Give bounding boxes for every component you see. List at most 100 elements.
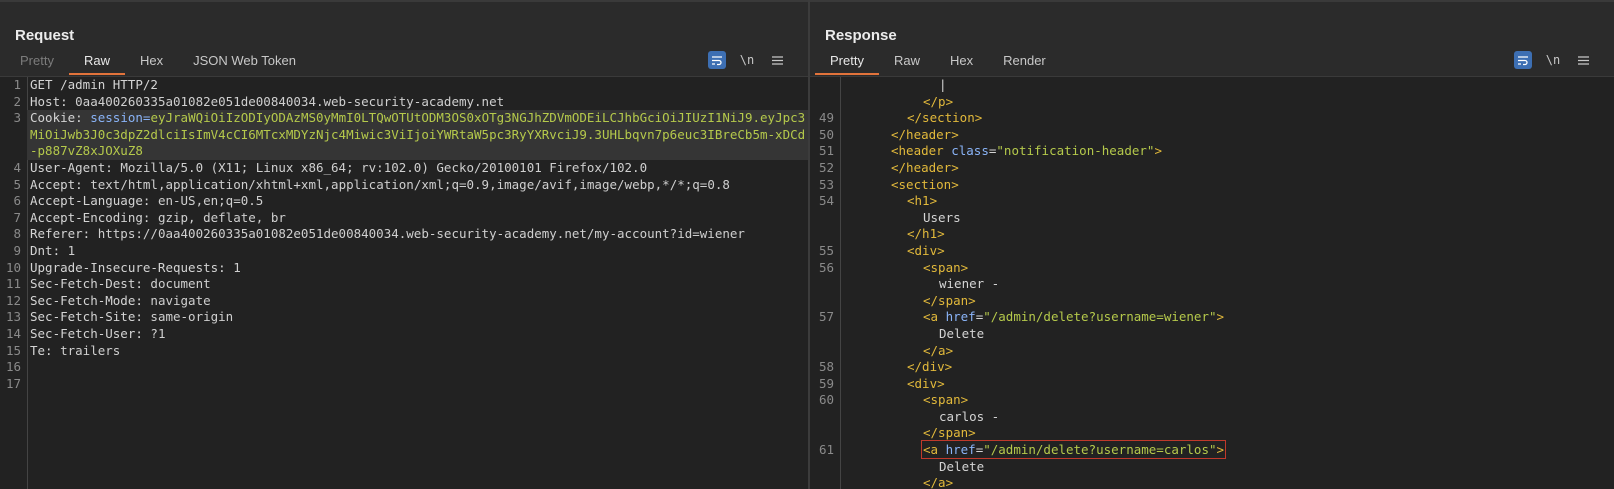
text-node: Delete: [939, 325, 985, 341]
response-pane: Response Pretty Raw Hex Render \n | </p> 49 </…: [810, 2, 1614, 489]
response-line-content: <a href="/admin/delete?username=wiener">: [840, 309, 1614, 326]
newline-toggle-button[interactable]: \n: [738, 51, 756, 69]
html-tag: </section>: [907, 110, 983, 126]
line-number: 59: [818, 375, 834, 391]
html-attribute: class: [951, 143, 989, 159]
menu-icon[interactable]: [1574, 51, 1592, 69]
response-line: 51 <header class="notification-header">: [810, 143, 1614, 160]
line-number: [810, 226, 840, 243]
request-tab-raw[interactable]: Raw: [68, 51, 125, 75]
request-line: 5 Accept: text/html,application/xhtml+xml…: [0, 177, 808, 194]
code-fragment: </a>: [923, 343, 953, 358]
header-name: Dnt:: [30, 242, 68, 258]
header-value: https://0aa400260335a01082e051de00840034…: [97, 226, 745, 242]
request-line-content: Sec-Fetch-User: ?1: [27, 326, 808, 343]
request-editor[interactable]: 1 GET /admin HTTP/2 2 Host: 0aa400260335a01…: [0, 76, 808, 489]
response-tab-raw[interactable]: Raw: [879, 51, 935, 73]
code-fragment: <span>: [923, 260, 968, 275]
line-number: [810, 276, 840, 293]
response-line-content: </h1>: [840, 226, 1614, 243]
code-fragment: </section>: [907, 110, 982, 125]
response-line: </a>: [810, 475, 1614, 489]
highlighted-delete-link: <a href="/admin/delete?username=carlos">: [920, 440, 1227, 460]
request-line: 4 User-Agent: Mozilla/5.0 (X11; Linux x86…: [0, 160, 808, 177]
line-number: 55: [818, 242, 834, 258]
response-tab-hex[interactable]: Hex: [935, 51, 988, 73]
response-tab-pretty[interactable]: Pretty: [815, 51, 879, 75]
line-number: 2: [13, 93, 21, 109]
line-number: 14: [5, 325, 21, 341]
html-tag: <span>: [923, 259, 969, 275]
request-line: 2 Host: 0aa400260335a01082e051de00840034.…: [0, 94, 808, 111]
response-tab-render[interactable]: Render: [988, 51, 1061, 73]
wrap-lines-icon[interactable]: [708, 51, 726, 69]
line-number: 54: [818, 193, 834, 209]
line-number: 16: [5, 359, 21, 375]
response-line-content: </header>: [840, 160, 1614, 177]
request-tab-json-web-token[interactable]: JSON Web Token: [178, 51, 311, 73]
header-name: Upgrade-Insecure-Requests:: [30, 259, 234, 275]
response-line-content: carlos -: [840, 409, 1614, 426]
header-value: 0aa400260335a01082e051de00840034.web-sec…: [75, 93, 505, 109]
header-name: Accept-Language:: [30, 193, 158, 209]
response-line: 52 </header>: [810, 160, 1614, 177]
code-fragment: Delete: [939, 326, 984, 341]
line-number: 9: [13, 242, 21, 258]
code-fragment: <section>: [891, 177, 959, 192]
request-toolbar: \n: [708, 51, 786, 69]
line-number: [810, 210, 840, 227]
wrap-lines-icon[interactable]: [1514, 51, 1532, 69]
request-line: 16: [0, 359, 808, 376]
html-tag: >: [1154, 143, 1162, 159]
text-node: Delete: [939, 458, 985, 474]
request-tab-pretty: Pretty: [20, 53, 54, 68]
header-name: Sec-Fetch-Site:: [30, 309, 151, 325]
text-node: wiener -: [939, 276, 1000, 292]
line-number: [810, 343, 840, 360]
request-pane: Request Pretty Raw Hex JSON Web Token \n 1G…: [0, 2, 808, 489]
response-line: Delete: [810, 459, 1614, 476]
response-line-content: |: [840, 77, 1614, 94]
html-tag: </span>: [923, 425, 976, 441]
response-editor[interactable]: | </p> 49 </section> 50 </header> 51 <header cl…: [810, 76, 1614, 489]
line-number: 3: [13, 110, 21, 126]
code-fragment: </p>: [923, 94, 953, 109]
code-fragment: <h1>: [907, 193, 937, 208]
header-value: trailers: [60, 342, 121, 358]
html-tag: </header>: [891, 159, 959, 175]
line-number: 8: [13, 226, 21, 242]
code-fragment: <span>: [923, 392, 968, 407]
header-name: Referer:: [30, 226, 98, 242]
response-line-content: </a>: [840, 343, 1614, 360]
response-line-content: <section>: [840, 177, 1614, 194]
response-line-content: Users: [840, 210, 1614, 227]
header-name: Sec-Fetch-Mode:: [30, 292, 151, 308]
request-tab-hex[interactable]: Hex: [125, 51, 178, 73]
header-value: navigate: [150, 292, 211, 308]
response-line-content: </div>: [840, 359, 1614, 376]
header-name: Host:: [30, 93, 76, 109]
header-name: Accept:: [30, 176, 91, 192]
html-attribute: href: [945, 309, 976, 325]
response-line: </p>: [810, 94, 1614, 111]
response-line: </span>: [810, 293, 1614, 310]
request-line-content: [27, 376, 808, 393]
line-number: [810, 459, 840, 476]
html-tag: <a: [923, 309, 946, 325]
response-line-content: wiener -: [840, 276, 1614, 293]
header-value: en-US,en;q=0.5: [157, 193, 264, 209]
line-number: 60: [818, 392, 834, 408]
response-line: 49 </section>: [810, 110, 1614, 127]
request-line: 17: [0, 376, 808, 393]
html-tag: <h1>: [907, 193, 938, 209]
line-number: 12: [5, 292, 21, 308]
response-line-content: </header>: [840, 127, 1614, 144]
code-fragment: </span>: [923, 293, 976, 308]
menu-icon[interactable]: [768, 51, 786, 69]
response-line: |: [810, 77, 1614, 94]
request-line: 1 GET /admin HTTP/2: [0, 77, 808, 94]
newline-toggle-button[interactable]: \n: [1544, 51, 1562, 69]
response-line-content: </a>: [840, 475, 1614, 489]
response-line: </span>: [810, 425, 1614, 442]
code-fragment: Users: [923, 210, 961, 225]
